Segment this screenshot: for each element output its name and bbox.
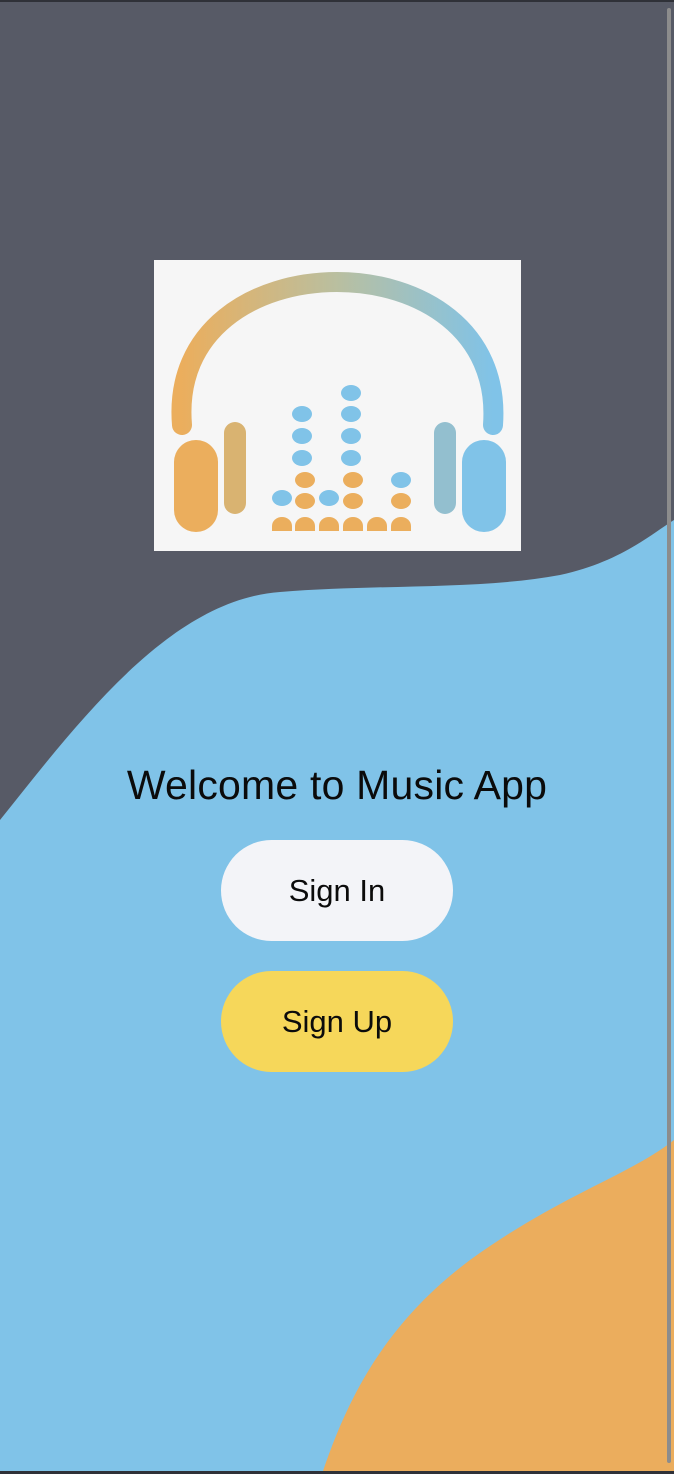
top-border [0,0,674,2]
headphones-equalizer-icon [171,271,506,532]
sign-in-label: Sign In [288,872,386,908]
sign-up-button[interactable]: Sign Up [221,971,453,1072]
background-waves [0,520,674,1474]
sign-in-button[interactable]: Sign In [221,840,453,941]
scrollbar[interactable] [667,8,671,1463]
sign-up-label: Sign Up [281,1003,393,1039]
welcome-screen: Welcome to Music App Sign In Sign Up [0,0,674,1474]
welcome-title: Welcome to Music App [126,762,548,808]
app-logo [154,260,521,551]
